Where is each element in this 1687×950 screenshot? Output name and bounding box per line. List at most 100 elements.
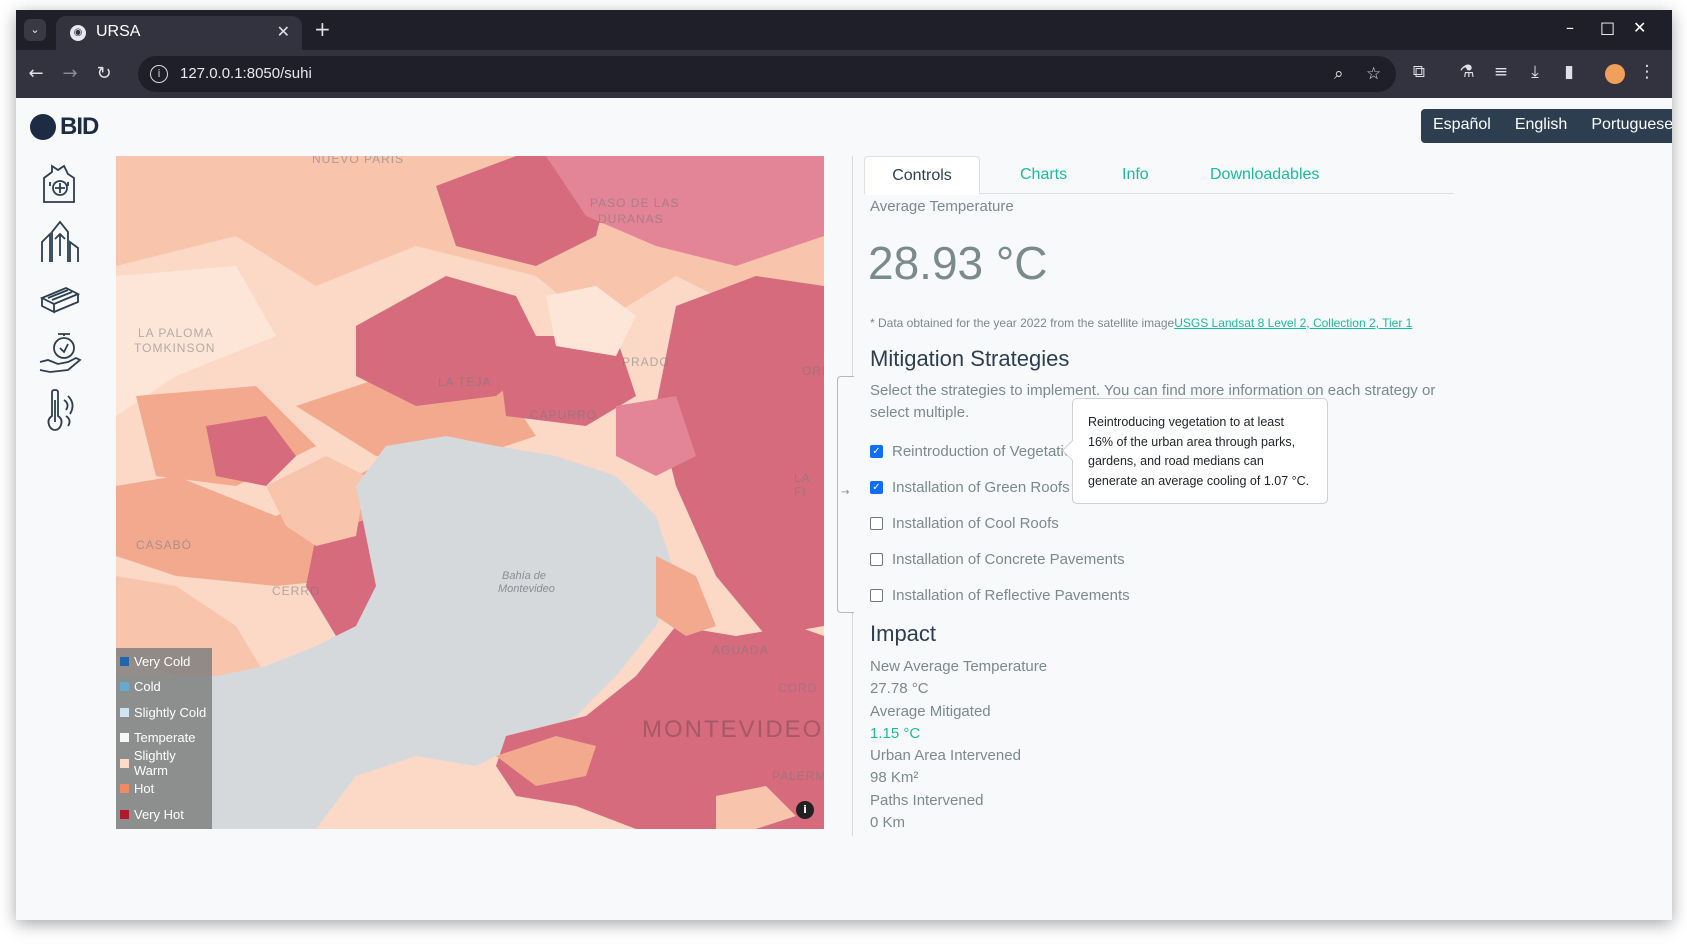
heat-thermometer-icon[interactable] [38,388,82,432]
url-text[interactable]: 127.0.0.1:8050/suhi [180,65,312,82]
forward-icon[interactable]: → [58,62,82,86]
map-legend: Very Cold Cold Slightly Cold Temperate S… [116,648,212,829]
checkbox-vegetation[interactable]: ✓ [870,444,883,458]
legend-swatch-slightly-cold [120,707,129,717]
tab-downloadables[interactable]: Downloadables [1196,156,1333,195]
legend-swatch-hot [120,783,129,793]
legend-label: Temperate [134,729,196,745]
minimize-button[interactable]: – [1566,18,1574,37]
legend-label: Slightly Cold [134,704,207,720]
legend-item: Very Cold [120,651,190,671]
building-blocks-icon[interactable] [38,276,82,320]
labs-flask-icon[interactable]: ⚗ [1456,62,1478,82]
map-label-duranas: DURANAS [598,212,664,226]
strategy-label[interactable]: Installation of Reflective Pavements [892,587,1130,604]
impact-title: Impact [870,621,937,646]
strategy-cool-roofs[interactable]: Installation of Cool Roofs [870,513,1059,533]
risk-hand-icon[interactable] [38,332,82,376]
maximize-button[interactable]: □ [1600,18,1615,37]
tab-info[interactable]: Info [1108,156,1163,195]
strategy-label[interactable]: Installation of Concrete Pavements [892,551,1125,568]
browser-toolbar: ← → ↻ i 127.0.0.1:8050/suhi ⌕ ☆ ⧉ ⚗ ≡ ⤓ … [16,50,1672,98]
lang-pt-button[interactable]: Portuguese [1579,109,1672,143]
strategy-label[interactable]: Reintroduction of Vegetation [892,443,1080,460]
bid-logo-text: BID [60,113,99,140]
checkbox-cool-roofs[interactable] [870,516,883,530]
new-avg-temp-label: New Average Temperature [870,658,1048,675]
extensions-icon[interactable]: ⧉ [1408,62,1430,82]
checkbox-green-roofs[interactable]: ✓ [870,480,883,494]
map-label-cerro: CERRO [272,584,321,598]
map-label-nuevo-paris: NUEVO PARIS [312,156,405,166]
bookmark-star-icon[interactable]: ☆ [1366,64,1381,84]
legend-label: Very Cold [134,653,191,669]
strategy-label[interactable]: Installation of Green Roofs [892,479,1070,496]
strategy-vegetation[interactable]: ✓ Reintroduction of Vegetation [870,441,1080,461]
app-page: BID Español English Portuguese NUEVO PAR… [16,98,1672,920]
strategy-concrete-pavements[interactable]: Installation of Concrete Pavements [870,549,1125,569]
media-queue-icon[interactable]: ≡ [1490,62,1512,82]
avg-mitigated-value: 1.15 °C [870,725,921,742]
site-info-icon[interactable]: i [150,65,168,83]
map-label-palermo: PALERMO [772,769,824,783]
strategy-label[interactable]: Installation of Cool Roofs [892,515,1059,532]
map-label-la-fi: LA FI [794,471,811,499]
legend-label: Slightly Warm [133,748,176,778]
reload-icon[interactable]: ↻ [92,62,116,86]
lang-es-button[interactable]: Español [1421,109,1503,143]
tab-title: URSA [96,23,141,40]
legend-item: Temperate [120,727,195,747]
language-switcher: Español English Portuguese [1421,109,1672,143]
mitigation-description-line1: Select the strategies to implement. You … [870,382,1436,399]
heat-map[interactable]: NUEVO PARIS PASO DE LAS DURANAS LA PALOM… [116,156,824,829]
browser-tab[interactable]: ◉ URSA ✕ [56,16,302,50]
legend-swatch-very-hot [120,809,129,819]
map-label-montevideo: MONTEVIDEO [642,716,824,743]
tab-close-icon[interactable]: ✕ [277,22,290,41]
strategy-reflective-pavements[interactable]: Installation of Reflective Pavements [870,585,1130,605]
legend-swatch-temperate [120,732,129,742]
checkbox-reflective-pavements[interactable] [870,588,883,602]
legend-label: Very Hot [134,806,184,822]
map-label-cord: CORD [778,681,818,695]
map-label-orie: ORIE [802,364,824,378]
browser-menu-icon[interactable]: ⋮ [1636,62,1658,82]
urban-area-label: Urban Area Intervened [870,747,1021,764]
checkbox-concrete-pavements[interactable] [870,552,883,566]
controls-panel: Controls Charts Info Downloadables Avera… [864,156,1464,920]
mitigation-description-line2: select multiple. [870,404,970,421]
address-bar[interactable]: i 127.0.0.1:8050/suhi ⌕ ☆ [138,56,1396,92]
map-attribution-info-icon[interactable]: i [796,801,814,819]
urban-expansion-icon[interactable] [38,220,82,264]
legend-item: Slightly Warm [120,748,212,778]
tab-charts[interactable]: Charts [1006,156,1081,195]
tab-search-button[interactable]: ⌄ [24,19,46,41]
window-close-button[interactable]: ✕ [1633,18,1646,37]
legend-label: Hot [134,780,155,796]
map-label-tomkinson: TOMKINSON [134,341,216,355]
lang-en-button[interactable]: English [1503,109,1579,143]
new-tab-button[interactable]: + [314,17,331,41]
tab-controls[interactable]: Controls [864,156,980,195]
globe-icon: ◉ [70,25,86,41]
map-label-capurro: CAPURRO [530,408,598,422]
legend-item: Slightly Cold [120,702,206,722]
legend-swatch-slightly-warm [120,758,129,768]
zoom-icon[interactable]: ⌕ [1334,64,1344,84]
strategy-green-roofs[interactable]: ✓ Installation of Green Roofs [870,477,1070,497]
strategy-tooltip: Reintroducing vegetation to at least 16%… [1072,398,1328,504]
data-source-link[interactable]: USGS Landsat 8 Level 2, Collection 2, Ti… [1174,316,1412,330]
profile-avatar[interactable] [1605,64,1625,84]
new-avg-temp-value: 27.78 °C [870,680,929,697]
side-panel-icon[interactable]: ▮ [1558,62,1580,82]
map-label-paso-de-las: PASO DE LAS [590,196,680,210]
legend-swatch-cold [120,681,129,691]
map-label-casabo: CASABÓ [136,538,193,552]
panel-collapse-handle[interactable]: → [837,376,854,613]
map-label-la-paloma: LA PALOMA [138,326,214,340]
city-growth-icon[interactable] [38,162,82,206]
back-icon[interactable]: ← [24,62,48,86]
legend-item: Cold [120,676,161,696]
map-label-aguada: AGUADA [712,643,769,657]
download-icon[interactable]: ⤓ [1524,62,1546,82]
